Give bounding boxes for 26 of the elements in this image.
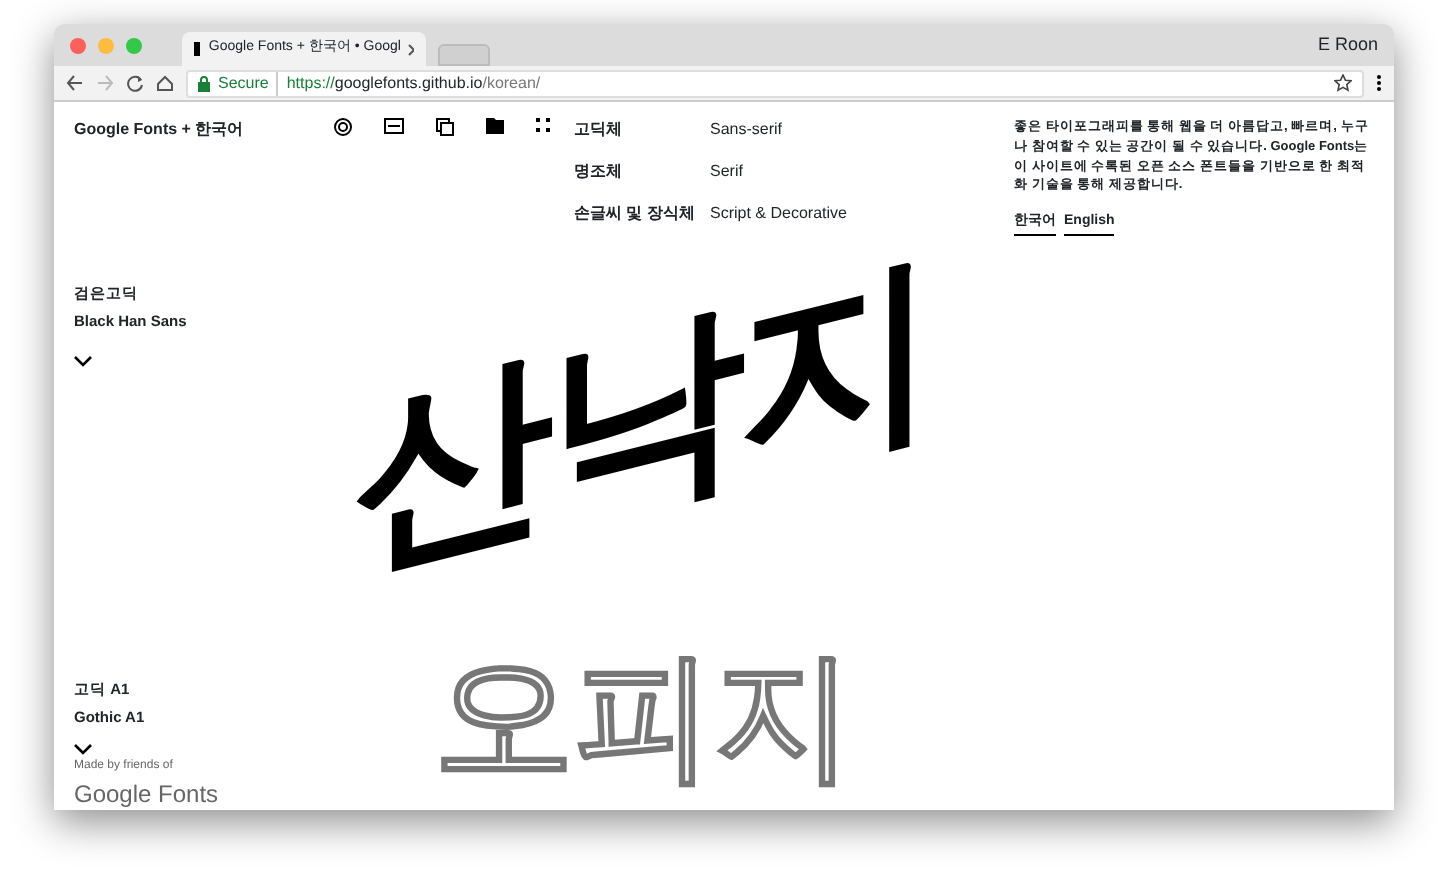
profile-name[interactable]: E Roon — [1317, 31, 1378, 59]
google-fonts-logo[interactable]: Google Fonts — [74, 775, 219, 810]
reload-icon[interactable] — [126, 74, 144, 92]
copy-icon[interactable] — [436, 118, 454, 136]
chevron-down-icon[interactable] — [74, 355, 92, 367]
menu-icon[interactable] — [1376, 74, 1382, 92]
site-title[interactable]: Google Fonts + 한국어 — [74, 118, 334, 235]
category-link[interactable]: Serif — [710, 159, 847, 194]
lock-icon — [198, 75, 210, 91]
grid-icon[interactable] — [536, 118, 550, 132]
card-icon[interactable] — [384, 118, 404, 134]
outline-specimen: 오피지 — [434, 646, 854, 786]
category-link[interactable]: Sans-serif — [710, 118, 847, 152]
security-label: Secure — [218, 71, 279, 95]
target-icon[interactable] — [334, 118, 352, 136]
chevron-down-icon[interactable] — [74, 743, 92, 755]
category-link[interactable]: 손글씨 및 장식체 — [574, 201, 710, 235]
home-icon[interactable] — [156, 74, 174, 92]
category-link[interactable]: Script & Decorative — [710, 201, 847, 235]
address-bar[interactable]: Secure https://googlefonts.github.io/korean/ — [186, 69, 1364, 97]
star-icon[interactable] — [1334, 74, 1352, 92]
back-icon[interactable] — [66, 74, 84, 92]
category-link[interactable]: 고딕체 — [574, 118, 710, 152]
url-text: https://googlefonts.github.io/korean/ — [286, 71, 541, 95]
category-link[interactable]: 명조체 — [574, 159, 710, 194]
specimen-text: 산낙지 — [354, 242, 930, 586]
